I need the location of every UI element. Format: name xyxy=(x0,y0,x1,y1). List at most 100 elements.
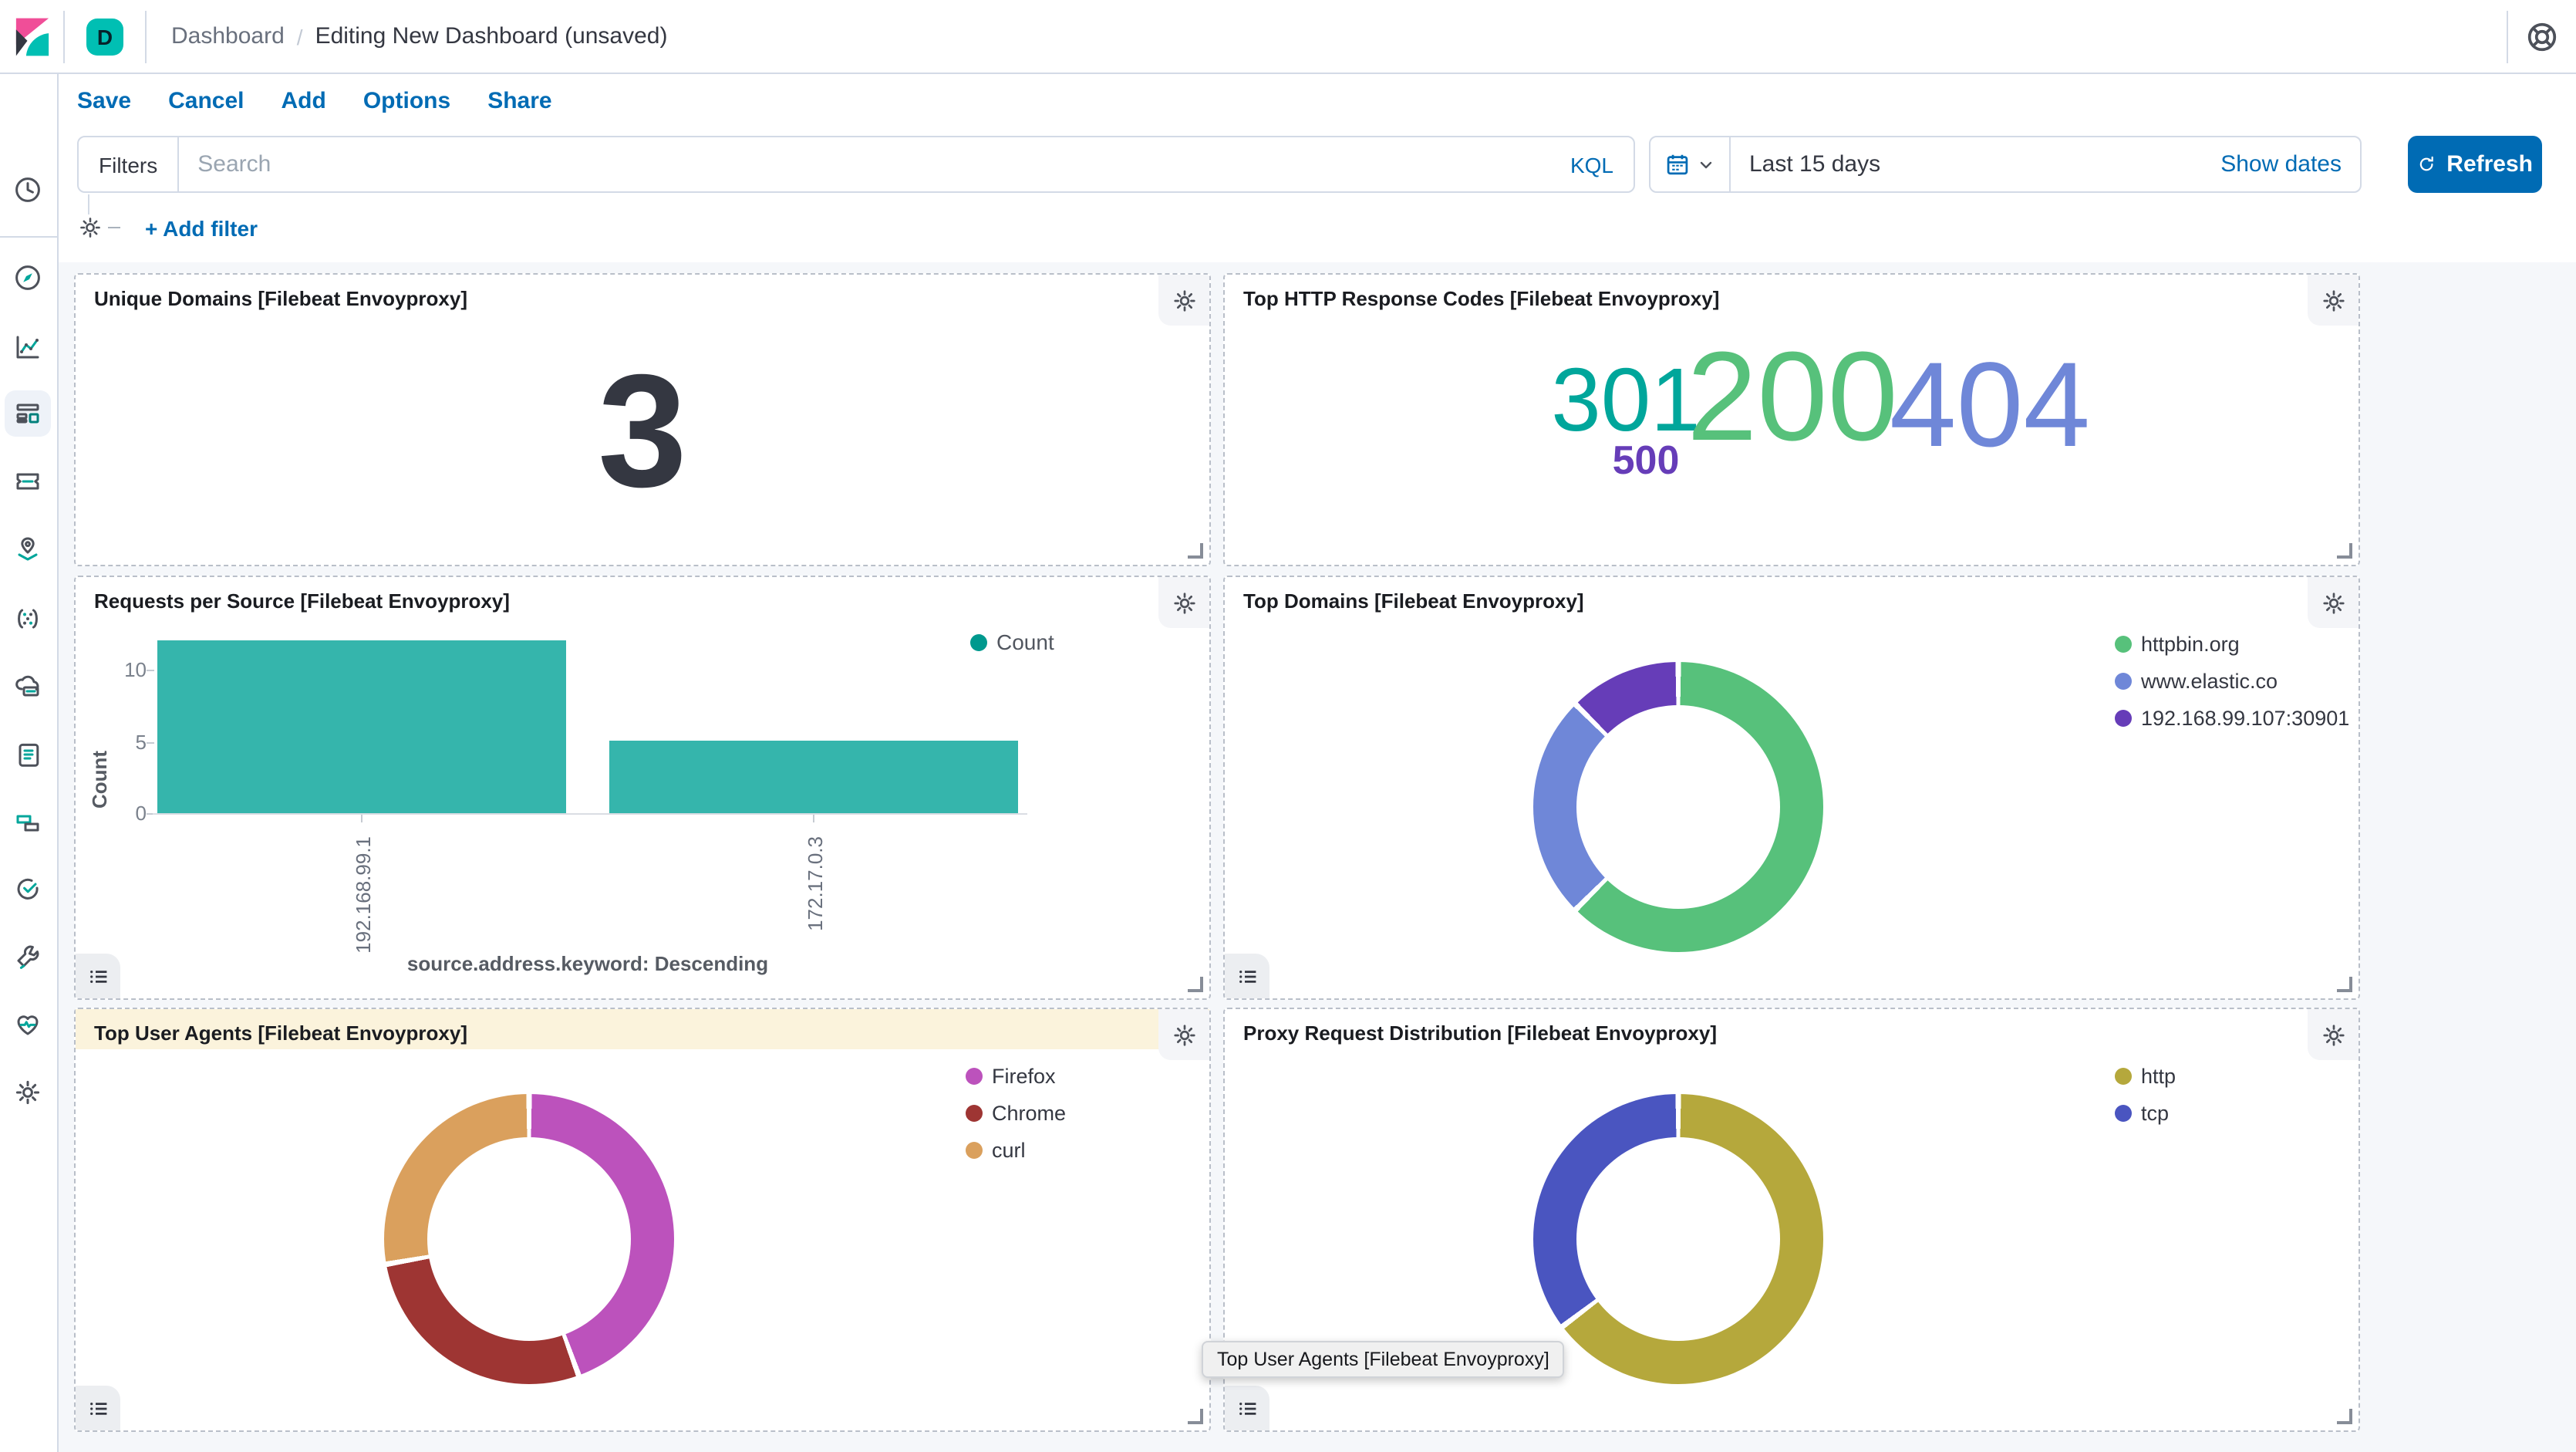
legend-label[interactable]: Count xyxy=(996,630,1054,654)
cancel-button[interactable]: Cancel xyxy=(168,88,244,114)
panel-options-button[interactable] xyxy=(1158,275,1209,326)
space-badge[interactable]: D xyxy=(86,18,123,55)
panel-top-user-agents[interactable]: Top User Agents [Filebeat Envoyproxy] Fi… xyxy=(74,1008,1211,1432)
scroll-icon xyxy=(12,739,43,770)
donut-chart[interactable] xyxy=(1533,1094,1823,1384)
panel-options-button[interactable] xyxy=(2308,1009,2359,1060)
sidebar-item-stack-monitoring[interactable] xyxy=(5,1001,51,1048)
legend-item[interactable]: 192.168.99.107:30901 xyxy=(2115,707,2349,728)
panel-resize-handle[interactable] xyxy=(2337,977,2352,992)
donut-chart[interactable] xyxy=(384,1094,674,1384)
search-group: Filters KQL xyxy=(77,136,1635,193)
tag-500[interactable]: 500 xyxy=(1613,440,1680,480)
bar-172-17-0-3[interactable] xyxy=(609,741,1018,813)
filter-separator-dash xyxy=(108,227,120,228)
add-filter-button[interactable]: + Add filter xyxy=(145,216,258,241)
calendar-icon xyxy=(1664,151,1691,177)
panel-top-domains[interactable]: Top Domains [Filebeat Envoyproxy] httpbi… xyxy=(1223,576,2360,1000)
map-pin-layers-icon xyxy=(12,534,43,565)
refresh-button[interactable]: Refresh xyxy=(2408,136,2542,193)
date-quick-select-button[interactable] xyxy=(1650,137,1731,191)
panel-resize-handle[interactable] xyxy=(1188,977,1203,992)
gear-icon xyxy=(12,1077,43,1108)
sidebar-item-recently-viewed[interactable] xyxy=(5,167,51,213)
check-arc-icon xyxy=(12,873,43,904)
x-tick-mark xyxy=(813,815,814,822)
share-button[interactable]: Share xyxy=(487,88,551,114)
panel-unique-domains[interactable]: Unique Domains [Filebeat Envoyproxy] 3 xyxy=(74,273,1211,566)
legend-toggle-button[interactable] xyxy=(76,1386,120,1430)
tag-301[interactable]: 301 xyxy=(1551,356,1701,446)
legend-label: curl xyxy=(992,1138,1026,1161)
sidebar-item-apm[interactable] xyxy=(5,799,51,846)
sidebar-item-dev-tools[interactable] xyxy=(5,934,51,980)
legend-item[interactable]: curl xyxy=(966,1139,1066,1160)
legend-item[interactable]: www.elastic.co xyxy=(2115,670,2349,691)
panel-title[interactable]: Requests per Source [Filebeat Envoyproxy… xyxy=(76,577,1209,625)
bar-192-168-99-1[interactable] xyxy=(157,640,566,813)
show-dates-button[interactable]: Show dates xyxy=(2202,151,2360,177)
panel-resize-handle[interactable] xyxy=(1188,543,1203,559)
legend-item[interactable]: tcp xyxy=(2115,1102,2176,1123)
overlap-rects-icon xyxy=(12,807,43,838)
panel-resize-handle[interactable] xyxy=(2337,543,2352,559)
add-button[interactable]: Add xyxy=(282,88,326,114)
refresh-label: Refresh xyxy=(2446,151,2533,177)
panel-title[interactable]: Proxy Request Distribution [Filebeat Env… xyxy=(1225,1009,2359,1057)
help-button[interactable] xyxy=(2507,10,2576,62)
sidebar-item-maps[interactable] xyxy=(5,526,51,572)
panel-resize-handle[interactable] xyxy=(2337,1409,2352,1424)
donut-hole xyxy=(427,1137,631,1341)
sidebar-item-dashboard[interactable] xyxy=(5,390,51,437)
panel-options-button[interactable] xyxy=(1158,1009,1209,1060)
search-input[interactable] xyxy=(179,151,1550,177)
filter-options-row: + Add filter xyxy=(57,194,2576,262)
donut-chart[interactable] xyxy=(1533,662,1823,952)
top-nav: D Dashboard / Editing New Dashboard (uns… xyxy=(0,0,2576,74)
sidebar-item-management[interactable] xyxy=(5,1069,51,1116)
sidebar-item-infrastructure[interactable] xyxy=(5,664,51,710)
compass-icon xyxy=(12,262,43,293)
chart-legend[interactable]: Count xyxy=(970,630,1054,654)
sidebar-item-discover[interactable] xyxy=(5,255,51,301)
dashboard-grid: Unique Domains [Filebeat Envoyproxy] 3 T… xyxy=(57,262,2576,1452)
kql-toggle[interactable]: KQL xyxy=(1550,152,1634,177)
filter-options-gear-icon[interactable] xyxy=(77,214,103,241)
legend-item[interactable]: Chrome xyxy=(966,1102,1066,1123)
sidebar-item-machine-learning[interactable] xyxy=(5,596,51,642)
chart-legend: httpbin.org www.elastic.co 192.168.99.10… xyxy=(2115,633,2349,728)
panel-requests-per-source[interactable]: Requests per Source [Filebeat Envoyproxy… xyxy=(74,576,1211,1000)
donut-hole xyxy=(1576,705,1780,909)
save-button[interactable]: Save xyxy=(77,88,131,114)
tag-200[interactable]: 200 xyxy=(1687,335,1898,461)
sidebar-item-logs[interactable] xyxy=(5,731,51,778)
sidebar-item-canvas[interactable] xyxy=(5,458,51,505)
breadcrumb-dashboard-link[interactable]: Dashboard xyxy=(171,23,285,49)
legend-item[interactable]: Firefox xyxy=(966,1065,1066,1086)
filters-button[interactable]: Filters xyxy=(79,137,179,191)
panel-options-button[interactable] xyxy=(2308,577,2359,628)
panel-title[interactable]: Top Domains [Filebeat Envoyproxy] xyxy=(1225,577,2359,625)
legend-toggle-button[interactable] xyxy=(1225,954,1269,998)
panel-drag-header[interactable]: Top User Agents [Filebeat Envoyproxy] xyxy=(76,1009,1209,1049)
panel-options-button[interactable] xyxy=(2308,275,2359,326)
metric-value: 3 xyxy=(598,352,687,512)
filters-label: Filters xyxy=(99,152,157,177)
options-button[interactable]: Options xyxy=(363,88,450,114)
x-axis-line xyxy=(153,813,1027,815)
time-range-value[interactable]: Last 15 days xyxy=(1731,151,2202,177)
legend-toggle-button[interactable] xyxy=(76,954,120,998)
sidebar-item-visualize[interactable] xyxy=(5,324,51,370)
x-category-label: 192.168.99.1 xyxy=(352,836,375,954)
panel-resize-handle[interactable] xyxy=(1188,1409,1203,1424)
legend-item[interactable]: httpbin.org xyxy=(2115,633,2349,654)
sidebar-item-uptime[interactable] xyxy=(5,866,51,912)
kibana-logo-icon[interactable] xyxy=(12,16,52,56)
legend-toggle-button[interactable] xyxy=(1225,1386,1269,1430)
ticket-icon xyxy=(12,466,43,497)
tag-404[interactable]: 404 xyxy=(1890,344,2090,464)
legend-item[interactable]: http xyxy=(2115,1065,2176,1086)
panel-top-http-response-codes[interactable]: Top HTTP Response Codes [Filebeat Envoyp… xyxy=(1223,273,2360,566)
panel-options-button[interactable] xyxy=(1158,577,1209,628)
panel-title[interactable]: Top HTTP Response Codes [Filebeat Envoyp… xyxy=(1225,275,2359,322)
